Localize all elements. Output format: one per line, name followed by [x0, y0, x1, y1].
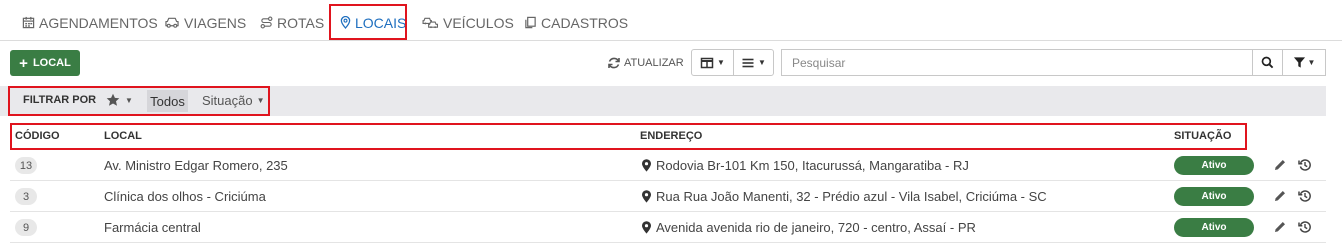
tab-agendamentos[interactable]: AGENDAMENTOS	[22, 6, 158, 39]
status-filter-dropdown[interactable]: Situação ▼	[202, 93, 265, 108]
history-icon[interactable]	[1298, 189, 1312, 203]
chevron-down-icon: ▼	[1307, 58, 1316, 67]
tab-label: AGENDAMENTOS	[39, 14, 158, 31]
filter-all-label: Todos	[150, 93, 185, 109]
calendar-icon	[22, 16, 35, 29]
tab-label: CADASTROS	[541, 14, 629, 31]
pencil-icon[interactable]	[1273, 189, 1287, 203]
search-input[interactable]	[781, 49, 1252, 76]
columns-dropdown-button[interactable]: ▼	[691, 49, 734, 76]
table-row[interactable]: 9 Farmácia central Avenida avenida rio d…	[10, 212, 1326, 243]
history-icon[interactable]	[1298, 220, 1312, 234]
tab-cadastros[interactable]: CADASTROS	[524, 6, 628, 39]
chevron-down-icon: ▼	[125, 95, 133, 105]
car-icon	[165, 17, 179, 28]
filter-dropdown-button[interactable]: ▼	[1283, 49, 1326, 76]
address-text: Rodovia Br-101 Km 150, Itacurussá, Manga…	[656, 158, 969, 173]
map-marker-icon	[642, 190, 651, 203]
code-badge: 3	[15, 188, 37, 205]
table-row[interactable]: 13 Av. Ministro Edgar Romero, 235 Rodovi…	[10, 150, 1326, 181]
pencil-icon[interactable]	[1273, 220, 1287, 234]
route-icon	[260, 16, 273, 29]
column-header-status[interactable]: SITUAÇÃO	[1174, 130, 1231, 142]
tab-viagens[interactable]: VIAGENS	[164, 6, 246, 39]
search-button[interactable]	[1252, 49, 1283, 76]
local-name: Farmácia central	[104, 220, 201, 235]
code-badge: 9	[15, 219, 37, 236]
refresh-button[interactable]: ATUALIZAR	[607, 52, 684, 74]
status-badge: Ativo	[1174, 156, 1254, 175]
pencil-icon[interactable]	[1273, 158, 1287, 172]
tab-label: ROTAS	[277, 14, 325, 31]
list-options-dropdown-button[interactable]: ▼	[733, 49, 774, 76]
columns-icon	[700, 57, 714, 68]
status-filter-label: Situação	[202, 93, 253, 108]
chevron-down-icon: ▼	[717, 58, 725, 67]
refresh-label: ATUALIZAR	[624, 57, 684, 69]
status-badge: Ativo	[1174, 218, 1254, 237]
copy-icon	[525, 16, 536, 29]
chevron-down-icon: ▼	[758, 58, 766, 67]
address-text: Rua Rua João Manenti, 32 - Prédio azul -…	[656, 189, 1047, 204]
column-header-code[interactable]: CÓDIGO	[15, 130, 60, 142]
list-icon	[742, 58, 754, 67]
tab-veiculos[interactable]: VEÍCULOS	[422, 6, 514, 39]
nav-tabs: AGENDAMENTOS VIAGENS ROTAS LOCAIS VEÍCUL…	[0, 0, 1342, 41]
history-icon[interactable]	[1298, 158, 1312, 172]
column-header-local[interactable]: LOCAL	[104, 130, 142, 142]
tab-label: VIAGENS	[184, 14, 247, 31]
code-badge: 13	[15, 157, 37, 174]
address-cell: Rodovia Br-101 Km 150, Itacurussá, Manga…	[641, 158, 969, 173]
address-cell: Avenida avenida rio de janeiro, 720 - ce…	[641, 220, 976, 235]
filter-icon	[1293, 57, 1305, 68]
column-header-address[interactable]: ENDEREÇO	[640, 130, 702, 142]
address-text: Avenida avenida rio de janeiro, 720 - ce…	[656, 220, 976, 235]
tab-rotas[interactable]: ROTAS	[260, 6, 324, 39]
refresh-icon	[608, 57, 620, 69]
star-icon	[106, 93, 120, 106]
map-marker-icon	[642, 221, 651, 234]
active-tab-highlight	[329, 4, 407, 40]
plus-icon: +	[19, 54, 28, 72]
favorites-dropdown[interactable]: ▼	[106, 93, 133, 107]
table-header-highlight	[10, 123, 1247, 150]
table-row[interactable]: 3 Clínica dos olhos - Criciúma Rua Rua J…	[10, 181, 1326, 212]
vehicles-icon	[422, 17, 439, 29]
filter-all-button[interactable]: Todos	[147, 90, 188, 112]
address-cell: Rua Rua João Manenti, 32 - Prédio azul -…	[641, 189, 1047, 204]
local-name: Clínica dos olhos - Criciúma	[104, 189, 266, 204]
search-icon	[1261, 56, 1274, 69]
add-local-button[interactable]: + LOCAL	[10, 50, 80, 76]
chevron-down-icon: ▼	[256, 96, 265, 105]
add-local-label: LOCAL	[32, 57, 71, 69]
status-badge: Ativo	[1174, 187, 1254, 206]
filter-label: FILTRAR POR	[23, 94, 97, 106]
map-marker-icon	[642, 159, 651, 172]
local-name: Av. Ministro Edgar Romero, 235	[104, 158, 288, 173]
tab-label: VEÍCULOS	[443, 14, 514, 31]
